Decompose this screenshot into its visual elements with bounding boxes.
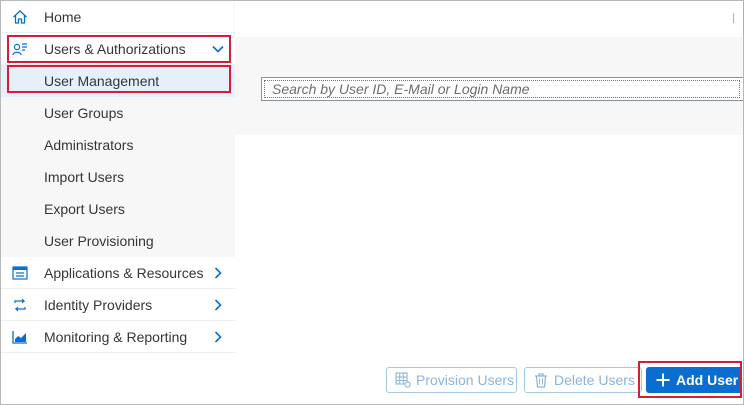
- sidebar-item-administrators[interactable]: Administrators: [1, 129, 235, 161]
- sidebar-item-users-authorizations[interactable]: Users & Authorizations: [1, 33, 235, 65]
- sidebar-item-user-provisioning[interactable]: User Provisioning: [1, 225, 235, 257]
- sidebar-item-label: Administrators: [44, 137, 134, 153]
- home-icon: [11, 9, 29, 25]
- delete-users-button[interactable]: Delete Users: [524, 367, 642, 393]
- add-user-label: Add User: [676, 372, 739, 388]
- delete-users-label: Delete Users: [554, 372, 635, 388]
- sidebar-item-label: User Provisioning: [44, 233, 154, 249]
- sidebar-item-applications-resources[interactable]: Applications & Resources: [1, 257, 235, 289]
- sidebar-item-label: Export Users: [44, 201, 125, 217]
- sidebar: Home Users & Authorizations User Managem…: [1, 1, 235, 353]
- provision-users-label: Provision Users: [416, 372, 515, 388]
- sidebar-item-home[interactable]: Home: [1, 1, 235, 33]
- sidebar-item-export-users[interactable]: Export Users: [1, 193, 235, 225]
- sidebar-item-label: Import Users: [44, 169, 125, 185]
- page-header: [235, 1, 743, 37]
- sidebar-item-identity-providers[interactable]: Identity Providers: [1, 289, 235, 321]
- monitoring-icon: [11, 329, 29, 345]
- provision-users-button[interactable]: Provision Users: [386, 367, 517, 393]
- provision-icon: [395, 372, 411, 388]
- search-panel: [235, 37, 743, 135]
- add-user-button[interactable]: Add User: [646, 367, 741, 393]
- sidebar-item-label: User Groups: [44, 105, 124, 121]
- sidebar-item-user-groups[interactable]: User Groups: [1, 97, 235, 129]
- chevron-right-icon[interactable]: [210, 297, 226, 313]
- sidebar-item-label: Home: [44, 9, 82, 25]
- sidebar-item-label: Applications & Resources: [44, 265, 204, 281]
- sidebar-item-label: Monitoring & Reporting: [44, 329, 188, 345]
- header-divider: [733, 13, 734, 23]
- chevron-down-icon[interactable]: [210, 41, 226, 57]
- sidebar-item-user-management[interactable]: User Management: [1, 65, 235, 97]
- sidebar-item-label: Users & Authorizations: [44, 41, 186, 57]
- users-authorizations-icon: [11, 41, 29, 57]
- sidebar-item-label: User Management: [44, 73, 160, 89]
- plus-icon: [655, 372, 671, 388]
- sidebar-item-import-users[interactable]: Import Users: [1, 161, 235, 193]
- chevron-right-icon[interactable]: [210, 265, 226, 281]
- identity-providers-icon: [11, 297, 29, 313]
- sidebar-item-monitoring-reporting[interactable]: Monitoring & Reporting: [1, 321, 235, 353]
- applications-icon: [11, 265, 29, 281]
- chevron-right-icon[interactable]: [210, 329, 226, 345]
- sidebar-item-label: Identity Providers: [44, 297, 153, 313]
- search-input[interactable]: [261, 77, 743, 101]
- trash-icon: [533, 372, 549, 388]
